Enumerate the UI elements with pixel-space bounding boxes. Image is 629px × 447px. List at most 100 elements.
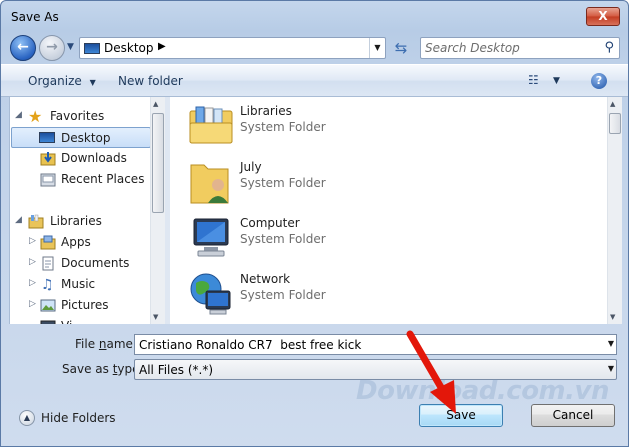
expand-icon[interactable]: ▷ bbox=[29, 236, 36, 246]
collapse-icon[interactable]: ◢ bbox=[15, 215, 22, 225]
recent-locations-icon[interactable]: ▼ bbox=[67, 42, 74, 52]
back-button[interactable]: ← bbox=[10, 35, 36, 61]
file-name-input[interactable] bbox=[139, 337, 594, 353]
libraries-icon bbox=[28, 214, 44, 229]
organize-button[interactable]: Organize ▼ bbox=[28, 74, 96, 88]
network-icon bbox=[188, 271, 234, 317]
file-type: System Folder bbox=[240, 232, 326, 246]
navigation-bar: ← → ▼ Desktop ▶ ▼ ⇆ ⚲ bbox=[1, 31, 628, 64]
sidebar-item-desktop[interactable]: Desktop bbox=[11, 127, 151, 148]
file-list-scrollbar[interactable]: ▲ ▼ bbox=[607, 97, 622, 324]
hide-folders-button[interactable]: ▲ Hide Folders bbox=[19, 410, 119, 428]
address-location[interactable]: Desktop bbox=[104, 41, 154, 55]
list-item[interactable]: Network System Folder bbox=[184, 267, 484, 321]
cancel-button[interactable]: Cancel bbox=[531, 404, 615, 427]
documents-icon bbox=[40, 256, 56, 271]
sidebar-item-music[interactable]: ▷ ♫ Music bbox=[10, 274, 150, 295]
expand-icon[interactable]: ▷ bbox=[29, 299, 36, 309]
file-name: Network bbox=[240, 272, 291, 286]
sidebar-item-videos[interactable]: Vi bbox=[10, 316, 150, 324]
list-item[interactable]: Libraries System Folder bbox=[184, 99, 484, 153]
file-type: System Folder bbox=[240, 120, 326, 134]
sidebar-group-libraries[interactable]: ◢ Libraries bbox=[10, 211, 150, 232]
search-input[interactable] bbox=[425, 40, 595, 56]
scroll-down-icon[interactable]: ▼ bbox=[610, 313, 615, 321]
sidebar-item-label: Documents bbox=[61, 256, 130, 270]
sidebar-item-documents[interactable]: ▷ Documents bbox=[10, 253, 150, 274]
window-title: Save As bbox=[11, 10, 59, 24]
forward-button[interactable]: → bbox=[39, 35, 65, 61]
view-dropdown-icon[interactable]: ▼ bbox=[553, 76, 560, 86]
recent-places-icon bbox=[40, 172, 56, 187]
address-dropdown-icon[interactable]: ▼ bbox=[369, 38, 385, 58]
sidebar-group-label: Libraries bbox=[50, 214, 102, 228]
command-toolbar: Organize ▼ New folder ☷ ▼ ? bbox=[1, 64, 628, 97]
star-icon: ★ bbox=[28, 107, 43, 126]
file-type: System Folder bbox=[240, 288, 326, 302]
save-form: File name: ▼ Save as type: All Files (*.… bbox=[1, 324, 628, 446]
hide-folders-label: Hide Folders bbox=[41, 411, 116, 425]
desktop-icon bbox=[39, 132, 55, 143]
downloads-icon bbox=[40, 151, 56, 166]
breadcrumb-chevron-icon[interactable]: ▶ bbox=[158, 41, 166, 52]
pictures-icon bbox=[40, 298, 56, 313]
music-icon: ♫ bbox=[41, 277, 54, 293]
sidebar-item-downloads[interactable]: Downloads bbox=[10, 148, 150, 169]
chevron-down-icon[interactable]: ▼ bbox=[608, 364, 614, 373]
view-options-icon[interactable]: ☷ bbox=[528, 73, 539, 87]
search-icon[interactable]: ⚲ bbox=[604, 40, 614, 55]
address-bar[interactable]: Desktop ▶ ▼ bbox=[79, 37, 386, 59]
sidebar-item-label: Music bbox=[61, 277, 96, 291]
computer-icon bbox=[188, 215, 234, 261]
help-icon[interactable]: ? bbox=[591, 73, 607, 89]
sidebar-item-recent-places[interactable]: Recent Places bbox=[10, 169, 150, 190]
file-name-label: File name: bbox=[75, 337, 137, 351]
chevron-up-icon: ▲ bbox=[19, 410, 35, 426]
file-type: System Folder bbox=[240, 176, 326, 190]
sidebar-item-label: Desktop bbox=[61, 131, 111, 145]
desktop-icon bbox=[84, 43, 100, 54]
organize-label: Organize bbox=[28, 74, 82, 88]
refresh-button[interactable]: ⇆ bbox=[389, 37, 413, 59]
apps-icon bbox=[40, 235, 56, 250]
navigation-pane-scrollbar[interactable]: ▲ ▼ bbox=[150, 97, 165, 324]
list-item[interactable]: Computer System Folder bbox=[184, 211, 484, 265]
navigation-pane: ◢ ★ Favorites Desktop Downloads Recent P… bbox=[9, 97, 165, 324]
close-button[interactable]: X bbox=[586, 7, 620, 26]
save-type-label: Save as type: bbox=[62, 362, 144, 376]
sidebar-item-label: Downloads bbox=[61, 151, 127, 165]
file-list: Libraries System Folder July System Fold… bbox=[170, 97, 607, 324]
user-folder-icon bbox=[188, 159, 234, 205]
collapse-icon[interactable]: ◢ bbox=[15, 110, 22, 120]
scrollbar-thumb[interactable] bbox=[152, 113, 164, 213]
scrollbar-thumb[interactable] bbox=[609, 113, 621, 134]
search-box[interactable]: ⚲ bbox=[420, 37, 620, 59]
new-folder-button[interactable]: New folder bbox=[118, 74, 183, 88]
expand-icon[interactable]: ▷ bbox=[29, 257, 36, 267]
scroll-down-icon[interactable]: ▼ bbox=[153, 313, 158, 321]
sidebar-item-pictures[interactable]: ▷ Pictures bbox=[10, 295, 150, 316]
file-name: Computer bbox=[240, 216, 300, 230]
save-as-dialog: Save As X ← → ▼ Desktop ▶ ▼ ⇆ ⚲ Organize… bbox=[0, 0, 629, 447]
expand-icon[interactable]: ▷ bbox=[29, 278, 36, 288]
title-bar: Save As X bbox=[1, 1, 628, 31]
chevron-down-icon: ▼ bbox=[89, 78, 96, 87]
watermark: Download.com.vn bbox=[356, 376, 609, 406]
save-type-value: All Files (*.*) bbox=[139, 363, 214, 377]
scroll-up-icon[interactable]: ▲ bbox=[610, 100, 615, 108]
sidebar-item-label: Recent Places bbox=[61, 172, 145, 186]
libraries-folder-icon bbox=[188, 103, 234, 149]
pointer-arrow-icon bbox=[406, 330, 456, 414]
list-item[interactable]: July System Folder bbox=[184, 155, 484, 209]
sidebar-group-favorites[interactable]: ◢ ★ Favorites bbox=[10, 106, 150, 127]
sidebar-group-label: Favorites bbox=[50, 109, 105, 123]
sidebar-item-apps[interactable]: ▷ Apps bbox=[10, 232, 150, 253]
file-name: July bbox=[240, 160, 262, 174]
file-name: Libraries bbox=[240, 104, 292, 118]
scroll-up-icon[interactable]: ▲ bbox=[153, 100, 158, 108]
file-name-field[interactable]: ▼ bbox=[134, 334, 617, 355]
sidebar-item-label: Apps bbox=[61, 235, 91, 249]
watermark-text: Download.com.vn bbox=[356, 376, 609, 406]
sidebar-item-label: Pictures bbox=[61, 298, 109, 312]
chevron-down-icon[interactable]: ▼ bbox=[608, 339, 614, 348]
